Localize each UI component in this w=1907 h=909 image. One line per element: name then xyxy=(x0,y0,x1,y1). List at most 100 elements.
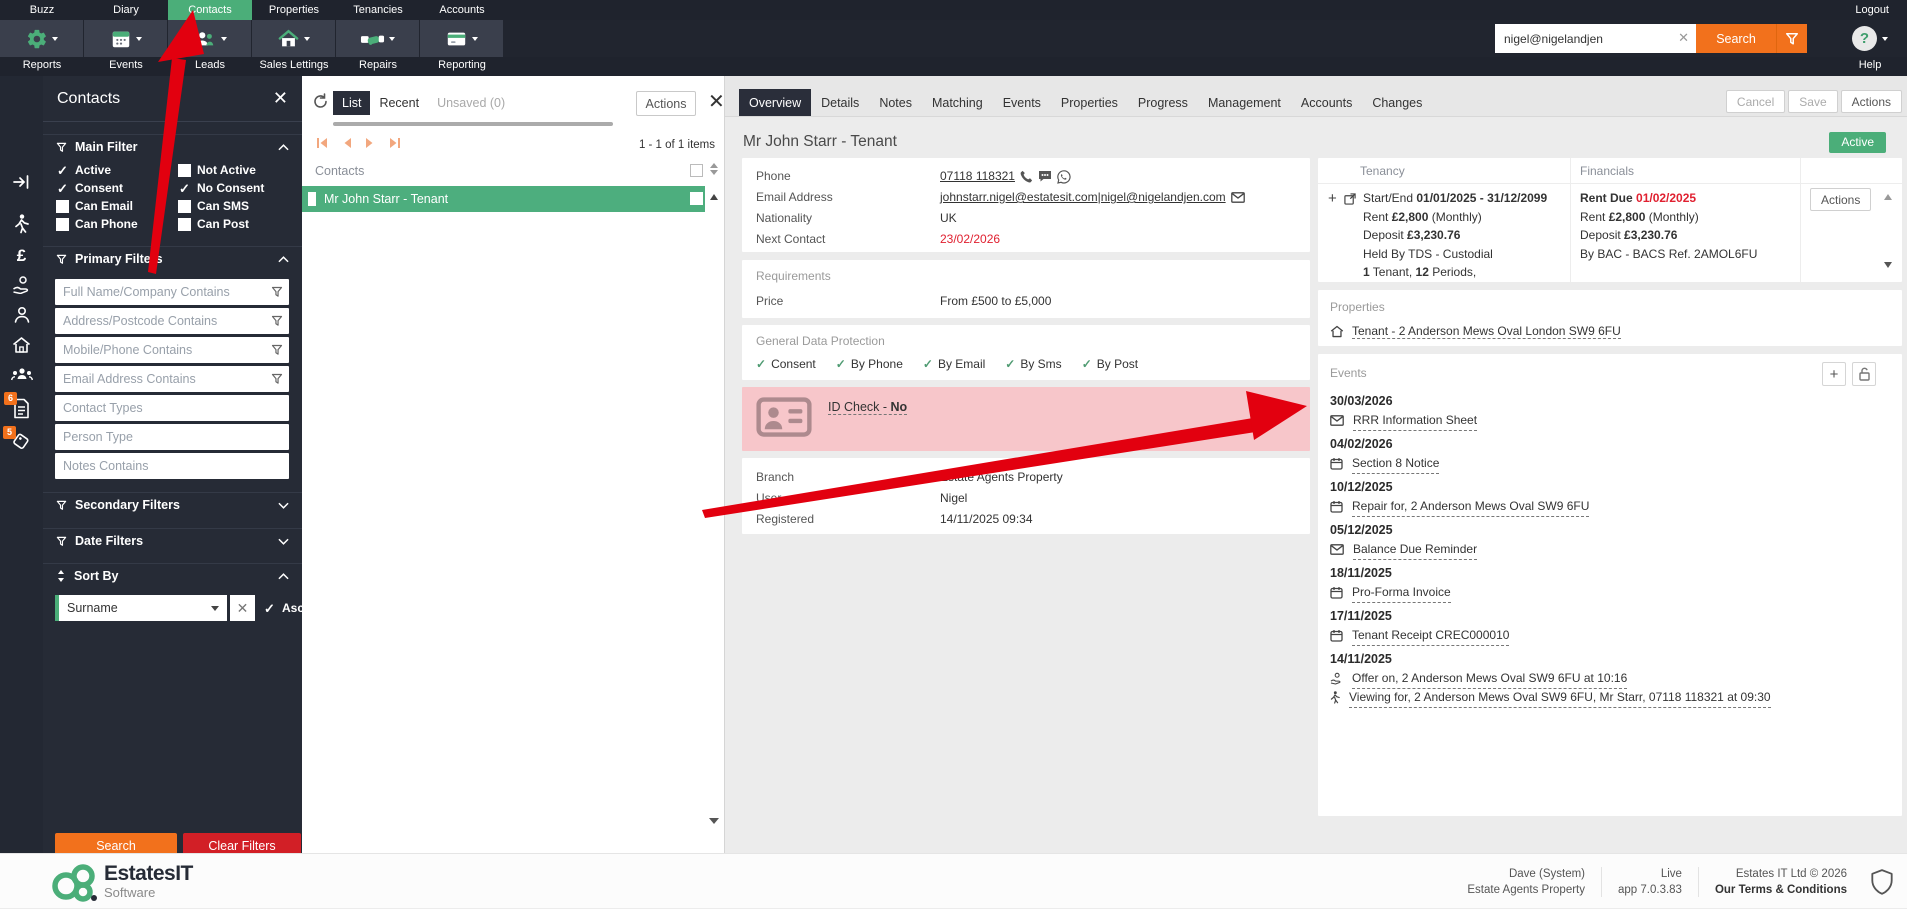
column-sort-icons[interactable] xyxy=(710,163,718,175)
funnel-icon[interactable] xyxy=(271,286,283,298)
tab-list[interactable]: List xyxy=(333,91,370,115)
repairs-label[interactable]: Repairs xyxy=(336,57,420,76)
add-event-button[interactable]: + xyxy=(1822,362,1846,386)
horizontal-scrollbar[interactable] xyxy=(333,122,613,126)
repairs-tool-button[interactable] xyxy=(336,20,419,57)
tab-accounts[interactable]: Accounts xyxy=(1291,89,1362,116)
sort-field-select[interactable]: Surname xyxy=(55,595,227,621)
close-list-icon[interactable]: ✕ xyxy=(708,89,725,114)
select-all-checkbox[interactable] xyxy=(690,164,703,177)
clear-search-icon[interactable]: ✕ xyxy=(1678,30,1689,46)
people-group-icon[interactable] xyxy=(0,366,43,384)
checkbox-can-email[interactable]: Can Email xyxy=(56,199,133,213)
pound-icon[interactable]: £ xyxy=(0,246,43,266)
save-button[interactable]: Save xyxy=(1788,90,1837,113)
nav-item-buzz[interactable]: Buzz xyxy=(0,0,84,20)
tab-notes[interactable]: Notes xyxy=(869,89,922,116)
events-tool-button[interactable] xyxy=(84,20,167,57)
nav-item-properties[interactable]: Properties xyxy=(252,0,336,20)
shield-icon[interactable] xyxy=(1869,868,1895,896)
tab-details[interactable]: Details xyxy=(811,89,869,116)
funnel-icon[interactable] xyxy=(271,373,283,385)
cancel-button[interactable]: Cancel xyxy=(1726,90,1785,113)
phone-link[interactable]: 07118 118321 xyxy=(940,166,1015,187)
checkbox-can-sms[interactable]: Can SMS xyxy=(178,199,249,213)
reporting-label[interactable]: Reporting xyxy=(420,57,504,76)
search-filter-button[interactable] xyxy=(1776,24,1807,53)
person-icon[interactable] xyxy=(0,306,43,324)
nav-item-accounts[interactable]: Accounts xyxy=(420,0,504,20)
events-label[interactable]: Events xyxy=(84,57,168,76)
funnel-icon[interactable] xyxy=(271,344,283,356)
address-filter-input[interactable] xyxy=(55,308,289,334)
nav-item-diary[interactable]: Diary xyxy=(84,0,168,20)
phone-icon[interactable] xyxy=(1020,170,1033,183)
nav-item-tenancies[interactable]: Tenancies xyxy=(336,0,420,20)
unlock-icon[interactable] xyxy=(1852,362,1876,386)
reporting-tool-button[interactable] xyxy=(420,20,503,57)
email-link[interactable]: johnstarr.nigel@estatesit.com|nigel@nige… xyxy=(940,187,1226,208)
date-filters-header[interactable]: Date Filters xyxy=(43,528,302,553)
funnel-icon[interactable] xyxy=(271,315,283,327)
home-rail-icon[interactable] xyxy=(0,336,43,354)
tab-unsaved[interactable]: Unsaved (0) xyxy=(428,91,514,115)
event-link[interactable]: Repair for, 2 Anderson Mews Oval SW9 6FU xyxy=(1352,497,1589,517)
viewings-walker-icon[interactable] xyxy=(0,214,43,234)
event-link[interactable]: Viewing for, 2 Anderson Mews Oval SW9 6F… xyxy=(1349,688,1771,708)
mobile-filter-input[interactable] xyxy=(55,337,289,363)
sales-lettings-tool-button[interactable] xyxy=(252,20,335,57)
tab-events[interactable]: Events xyxy=(993,89,1051,116)
event-link[interactable]: Section 8 Notice xyxy=(1352,454,1439,474)
whatsapp-icon[interactable] xyxy=(1057,170,1071,184)
checkbox-active[interactable]: ✓Active xyxy=(56,163,111,177)
checkbox-no-consent[interactable]: ✓No Consent xyxy=(178,181,264,195)
list-actions-button[interactable]: Actions xyxy=(636,91,696,116)
documents-icon[interactable]: 6 xyxy=(0,398,43,419)
clear-sort-button[interactable]: ✕ xyxy=(230,595,255,621)
refresh-icon[interactable] xyxy=(312,93,329,110)
external-link-icon[interactable] xyxy=(1344,193,1356,205)
hand-money-icon[interactable] xyxy=(0,276,43,294)
main-filter-header[interactable]: Main Filter xyxy=(43,134,302,159)
tab-matching[interactable]: Matching xyxy=(922,89,993,116)
prev-page-icon[interactable] xyxy=(342,137,352,149)
contact-types-input[interactable] xyxy=(55,395,289,421)
event-link[interactable]: RRR Information Sheet xyxy=(1353,411,1477,431)
first-page-icon[interactable] xyxy=(316,137,329,149)
checkbox-not-active[interactable]: Not Active xyxy=(178,163,256,177)
detail-actions-button[interactable]: Actions xyxy=(1841,90,1902,113)
scroll-down-icon[interactable] xyxy=(709,818,719,824)
tenancy-actions-button[interactable]: Actions xyxy=(1810,188,1871,211)
envelope-icon[interactable] xyxy=(1231,192,1245,203)
sms-icon[interactable] xyxy=(1038,170,1052,183)
tab-management[interactable]: Management xyxy=(1198,89,1291,116)
next-page-icon[interactable] xyxy=(365,137,375,149)
row-checkbox[interactable] xyxy=(690,192,703,205)
fullname-filter-input[interactable] xyxy=(55,279,289,305)
event-link[interactable]: Tenant Receipt CREC000010 xyxy=(1352,626,1509,646)
nav-item-contacts[interactable]: Contacts xyxy=(168,0,252,20)
checkbox-can-phone[interactable]: Can Phone xyxy=(56,217,138,231)
last-page-icon[interactable] xyxy=(388,137,401,149)
leads-label[interactable]: Leads xyxy=(168,57,252,76)
sort-asc-checkbox[interactable]: ✓Asc xyxy=(263,601,304,615)
logout-button[interactable]: Logout xyxy=(1837,0,1907,20)
terms-link[interactable]: Our Terms & Conditions xyxy=(1715,882,1847,898)
property-link[interactable]: Tenant - 2 Anderson Mews Oval London SW9… xyxy=(1352,324,1621,339)
primary-filters-header[interactable]: Primary Filters xyxy=(43,246,302,271)
scroll-up-icon[interactable] xyxy=(1884,194,1892,200)
reports-tool-button[interactable] xyxy=(0,20,83,57)
id-check-link[interactable]: ID Check - No xyxy=(828,400,907,415)
notes-filter-input[interactable] xyxy=(55,453,289,479)
tab-overview[interactable]: Overview xyxy=(739,89,811,116)
help-button[interactable]: ? xyxy=(1840,23,1900,54)
tab-properties[interactable]: Properties xyxy=(1051,89,1128,116)
contact-row[interactable]: Mr John Starr - Tenant xyxy=(302,186,705,212)
checkbox-can-post[interactable]: Can Post xyxy=(178,217,249,231)
sales-lettings-label[interactable]: Sales Lettings xyxy=(252,57,336,76)
secondary-filters-header[interactable]: Secondary Filters xyxy=(43,492,302,517)
tab-recent[interactable]: Recent xyxy=(370,91,428,115)
event-link[interactable]: Pro-Forma Invoice xyxy=(1352,583,1451,603)
tab-progress[interactable]: Progress xyxy=(1128,89,1198,116)
help-label[interactable]: Help xyxy=(1840,57,1900,73)
